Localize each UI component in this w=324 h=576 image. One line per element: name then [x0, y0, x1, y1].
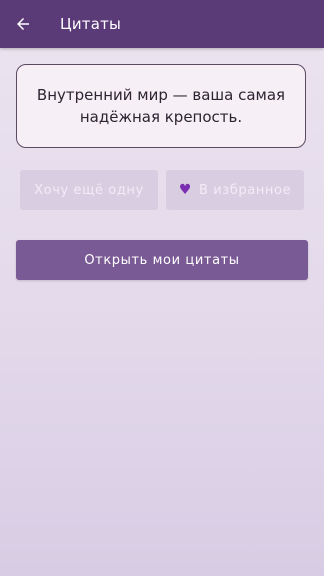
open-my-quotes-label: Открыть мои цитаты	[84, 252, 240, 268]
action-row: Хочу ещё одну ♥ В избранное	[20, 170, 304, 210]
add-to-favorites-button[interactable]: ♥ В избранное	[166, 170, 304, 210]
another-quote-button[interactable]: Хочу ещё одну	[20, 170, 158, 210]
add-to-favorites-label: В избранное	[198, 182, 292, 198]
quote-text: Внутренний мир — ваша самая надёжная кре…	[36, 86, 286, 126]
arrow-left-icon	[17, 18, 29, 30]
page-title: Цитаты	[60, 15, 122, 33]
open-my-quotes-button[interactable]: Открыть мои цитаты	[16, 240, 308, 280]
another-quote-label: Хочу ещё одну	[34, 182, 144, 198]
app-bar: Цитаты	[0, 0, 324, 48]
quote-card: Внутренний мир — ваша самая надёжная кре…	[16, 64, 306, 148]
purple-heart-icon: ♥	[178, 182, 192, 198]
back-button[interactable]	[6, 6, 40, 42]
